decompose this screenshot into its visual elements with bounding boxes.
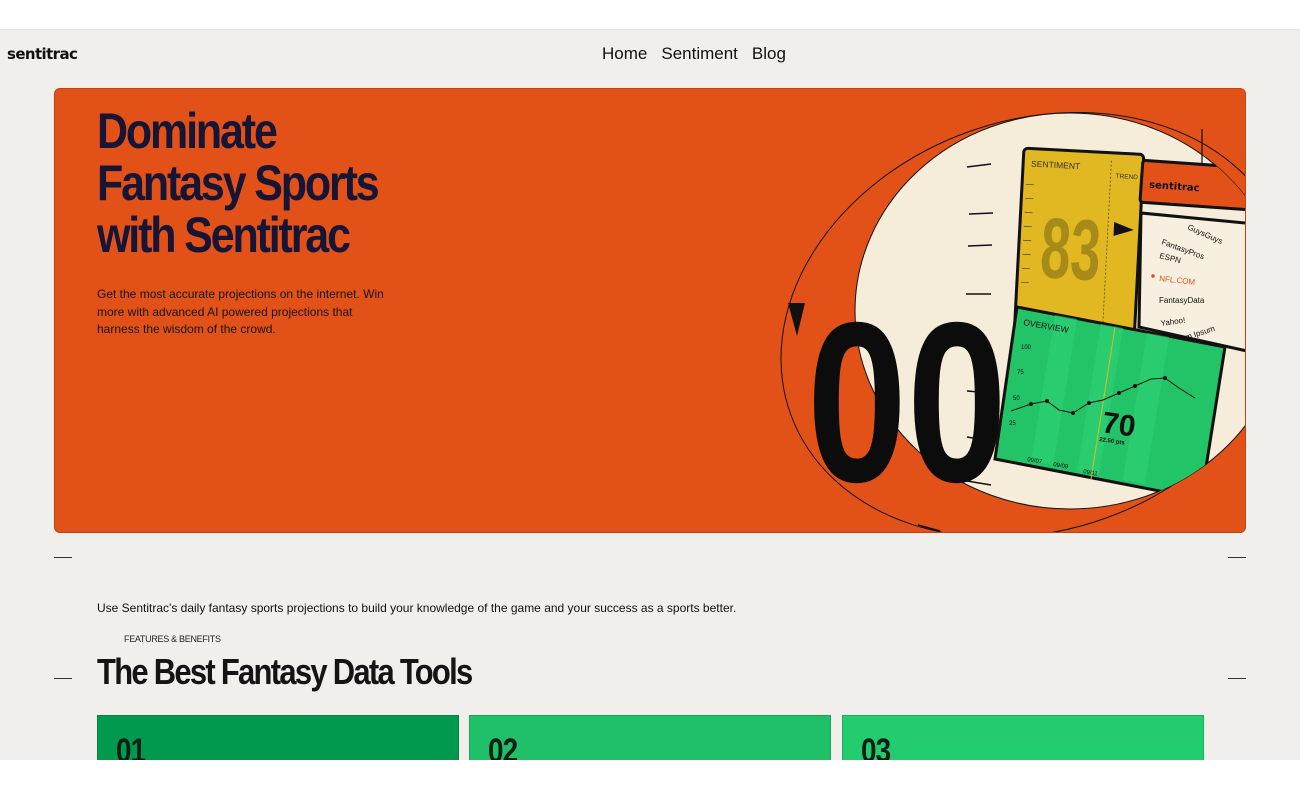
pointer-triangle	[788, 303, 805, 336]
feature-card-1[interactable]: 01	[97, 715, 459, 760]
trend-label: TREND	[1115, 173, 1138, 181]
intro-text: Use Sentitrac's daily fantasy sports pro…	[97, 601, 737, 615]
feature-card-number: 02	[488, 732, 518, 760]
sentiment-value: 83	[1038, 200, 1103, 299]
nav-blog-link[interactable]: Blog	[752, 44, 786, 64]
features-eyebrow: FEATURES & BENEFITS	[124, 634, 221, 644]
divider-right-top	[1228, 557, 1246, 558]
big-number-text: 00	[807, 276, 1007, 530]
hero-banner: Dominate Fantasy Sports with Sentitrac G…	[54, 88, 1246, 533]
page: sentitrac Home Sentiment Blog Dominate F…	[0, 29, 1300, 760]
divider-left-top	[54, 557, 72, 558]
logo[interactable]: sentitrac	[7, 45, 78, 63]
svg-text:FantasyData: FantasyData	[1159, 296, 1205, 305]
sentiment-card: SENTIMENT TREND 83	[1013, 146, 1146, 336]
hero-illustration: 00 SENTIMENT TREND 83 sentitrac GuysGuys…	[780, 112, 1245, 532]
mini-logo-card: sentitrac	[1138, 158, 1245, 212]
divider-left-bottom	[54, 678, 72, 679]
hero-title: Dominate Fantasy Sports with Sentitrac	[97, 103, 380, 263]
source-list-card: GuysGuys FantasyPros ESPN NFL.COM Fantas…	[1137, 211, 1245, 353]
feature-card-2[interactable]: 02	[469, 715, 831, 760]
feature-card-number: 03	[861, 732, 891, 760]
svg-text:50: 50	[1013, 396, 1020, 402]
feature-card-number: 01	[116, 732, 146, 760]
nav-sentiment-link[interactable]: Sentiment	[661, 44, 738, 64]
main-nav: Home Sentiment Blog	[602, 44, 786, 64]
svg-text:75: 75	[1017, 370, 1024, 376]
nav-home-link[interactable]: Home	[602, 44, 647, 64]
divider-right-bottom	[1228, 678, 1246, 679]
hero-description: Get the most accurate projections on the…	[97, 287, 384, 336]
feature-card-3[interactable]: 03	[842, 715, 1204, 760]
features-title: The Best Fantasy Data Tools	[97, 651, 473, 692]
svg-text:100: 100	[1021, 345, 1032, 351]
svg-text:25: 25	[1009, 421, 1016, 427]
